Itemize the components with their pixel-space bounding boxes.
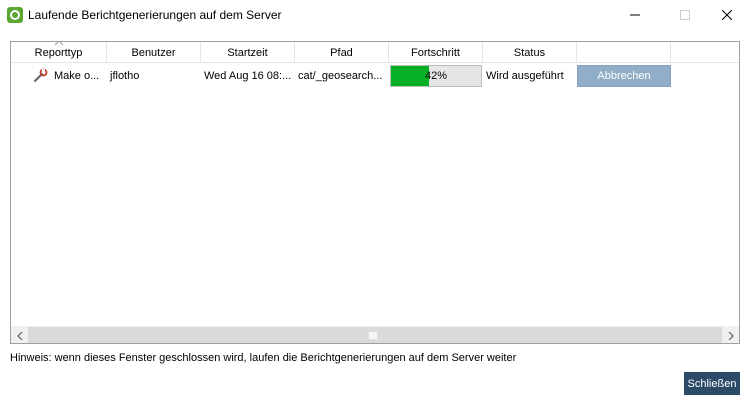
- chevron-left-icon: [16, 331, 22, 340]
- cell-action: Abbrechen: [577, 64, 671, 88]
- hint-text: Hinweis: wenn dieses Fenster geschlossen…: [10, 352, 517, 364]
- column-header-pfad[interactable]: Pfad: [295, 42, 389, 63]
- cell-user: jflotho: [110, 70, 140, 82]
- minimize-icon: [630, 14, 640, 16]
- close-button[interactable]: Schließen: [684, 372, 740, 395]
- sort-asc-icon: [54, 42, 63, 46]
- column-header-status[interactable]: Status: [483, 42, 577, 63]
- cell-status: Wird ausgeführt: [486, 70, 564, 82]
- scroll-right-button[interactable]: [722, 327, 739, 343]
- column-header-reporttyp[interactable]: Reporttyp: [11, 42, 107, 63]
- progress-label: 42%: [424, 70, 448, 82]
- close-icon: [722, 10, 732, 20]
- column-header-action[interactable]: [577, 42, 671, 63]
- abort-button[interactable]: Abbrechen: [577, 65, 671, 87]
- maximize-button[interactable]: [662, 0, 708, 30]
- table-row[interactable]: Make o... jflotho Wed Aug 16 08:... cat/…: [11, 64, 739, 88]
- cell-start-time: Wed Aug 16 08:...: [204, 70, 292, 82]
- column-header-benutzer[interactable]: Benutzer: [107, 42, 201, 63]
- scroll-track[interactable]: [28, 327, 722, 343]
- title-bar: Laufende Berichtgenerierungen auf dem Se…: [0, 0, 750, 30]
- scroll-thumb[interactable]: [368, 331, 378, 340]
- minimize-button[interactable]: [612, 0, 658, 30]
- wrench-report-icon: [33, 68, 48, 83]
- column-header-fortschritt[interactable]: Fortschritt: [389, 42, 483, 63]
- scroll-left-button[interactable]: [11, 327, 28, 343]
- progress-bar: 42%: [390, 65, 482, 87]
- table-header: Reporttyp Benutzer Startzeit Pfad Fortsc…: [11, 42, 739, 63]
- horizontal-scrollbar[interactable]: [11, 326, 739, 343]
- close-window-button[interactable]: [704, 0, 750, 30]
- reports-table: Reporttyp Benutzer Startzeit Pfad Fortsc…: [10, 41, 740, 344]
- column-header-filler: [671, 42, 739, 63]
- maximize-icon: [680, 10, 690, 20]
- cell-path: cat/_geosearch...: [298, 70, 383, 82]
- window-title: Laufende Berichtgenerierungen auf dem Se…: [28, 8, 282, 22]
- chevron-right-icon: [728, 331, 734, 340]
- cell-report-type: Make o...: [11, 64, 107, 88]
- cell-progress: 42%: [389, 64, 483, 88]
- app-logo-icon: [7, 7, 23, 23]
- column-header-startzeit[interactable]: Startzeit: [201, 42, 295, 63]
